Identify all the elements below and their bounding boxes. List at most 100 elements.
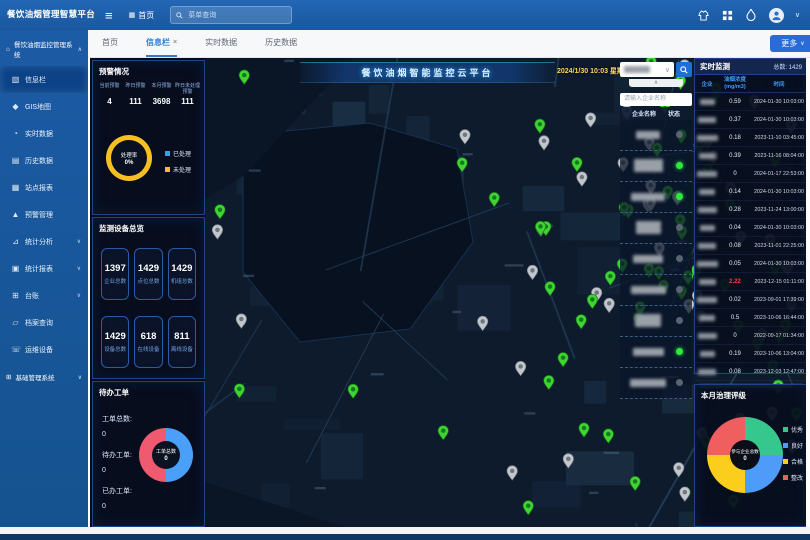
sidebar-group-base[interactable]: ⊞ 基础管理系统 ∨ (0, 363, 88, 389)
monitor-row[interactable]: 0.52023-10-06 16:44:00 (695, 309, 806, 327)
status-dot (676, 379, 683, 386)
app-title: 餐饮油烟管理智慧平台 (0, 10, 95, 19)
sidebar-item[interactable]: ⊿统计分析∨ (0, 228, 88, 255)
tab[interactable]: 历史数据 (265, 30, 297, 57)
redacted-enterprise-name (620, 314, 676, 327)
device-stat-box[interactable]: 811离线设备 (168, 316, 196, 368)
monitor-row[interactable]: 0.022023-09-01 17:39:00 (695, 291, 806, 309)
monitor-row[interactable]: 2.222023-12-15 01:11:00 (695, 273, 806, 291)
enterprise-row[interactable] (620, 337, 692, 368)
status-dot (676, 317, 683, 324)
monitor-row[interactable]: 0.372024-01-30 10:03:00 (695, 111, 806, 129)
tab[interactable]: 首页 (102, 30, 118, 57)
grid-icon: ▦ (129, 11, 136, 19)
legend-item: 合格 (783, 457, 803, 466)
redacted-enterprise-name (695, 261, 719, 267)
sidebar-item[interactable]: ▣统计报表∨ (0, 255, 88, 282)
breadcrumb[interactable]: ▦ 首页 (129, 10, 155, 21)
monitor-row[interactable]: 0.192023-10-06 13:04:00 (695, 345, 806, 363)
sidebar-item-label: 历史数据 (25, 156, 53, 166)
monitor-row[interactable]: 0.182023-11-10 03:45:00 (695, 129, 806, 147)
status-dot (676, 255, 683, 262)
col-concentration: 油烟浓度 (mg/m3) (719, 77, 751, 90)
sidebar-item[interactable]: ☏运维设备 (0, 336, 88, 363)
chevron-down-icon: ∨ (77, 265, 81, 272)
menu-search-input[interactable] (186, 11, 286, 20)
device-stat-box[interactable]: 1429 点位总数 (134, 248, 162, 300)
monitor-row[interactable]: 0.592024-01-30 10:03:00 (695, 93, 806, 111)
sidebar-group-main[interactable]: ⌂ 餐饮油烟监控管理系统 ∧ (0, 30, 88, 66)
enterprise-row[interactable] (620, 213, 692, 244)
sidebar-item[interactable]: ▤ 历史数据 (0, 147, 88, 174)
rating-panel: 本月治理评级 参与企业总数 0 优秀良好合格整改 (694, 384, 806, 527)
monitor-row[interactable]: 02022-09-17 01:34:00 (695, 327, 806, 345)
device-stat-box[interactable]: 1397企业总数 (101, 248, 129, 300)
doc-icon: ▣ (11, 264, 20, 273)
monitor-row[interactable]: 0.392023-11-16 08:04:00 (695, 147, 806, 165)
user-avatar[interactable] (769, 8, 784, 23)
legend-item: 整改 (783, 473, 803, 482)
sidebar-item[interactable]: ◆GIS地图 (0, 93, 88, 120)
enterprise-row[interactable] (620, 306, 692, 337)
enterprise-row[interactable] (620, 368, 692, 399)
device-stat-value: 1429 (138, 263, 159, 274)
concentration-value: 0.08 (719, 369, 751, 375)
concentration-value: 0.05 (719, 261, 751, 267)
device-overview-panel: 监测设备总览 1397企业总数1429点位总数1429机组总数1429设备总数6… (92, 217, 205, 379)
device-stat-label: 机组总数 (171, 277, 193, 285)
tab[interactable]: 信息栏× (146, 30, 177, 57)
enterprise-row[interactable] (620, 182, 692, 213)
theme-skin-icon[interactable] (697, 9, 710, 22)
apps-grid-icon[interactable] (721, 9, 734, 22)
record-time: 2023-12-15 01:11:00 (751, 279, 806, 285)
donut-center-value: 0 (164, 456, 167, 462)
sidebar-item[interactable]: ▱档案查询 (0, 309, 88, 336)
hamburger-menu-icon[interactable]: ≡ (105, 8, 113, 23)
sidebar-item[interactable]: ▲预警管理 (0, 201, 88, 228)
more-button[interactable]: 更多 ∨ (770, 35, 810, 52)
enterprise-row[interactable] (620, 275, 692, 306)
enterprise-name-input[interactable] (620, 93, 692, 106)
enterprise-row[interactable] (620, 120, 692, 151)
enterprise-search-button[interactable] (676, 62, 692, 77)
status-dot (676, 131, 683, 138)
enterprise-row[interactable] (620, 244, 692, 275)
monitor-row[interactable]: 0.142024-01-30 10:03:00 (695, 183, 806, 201)
street-select[interactable]: ∨ (620, 62, 674, 77)
close-tab-icon[interactable]: × (173, 39, 177, 46)
chevron-down-icon[interactable]: ∨ (795, 11, 800, 19)
page-margin (806, 57, 810, 527)
monitor-row[interactable]: 0.082023-12-03 12:47:00 (695, 363, 806, 381)
legend-label: 合格 (791, 457, 803, 466)
flame-icon[interactable] (745, 9, 758, 22)
device-stat-box[interactable]: 1429设备总数 (101, 316, 129, 368)
collapse-handle[interactable]: ∧ (629, 79, 683, 87)
redacted-enterprise-name (695, 369, 719, 375)
device-stat-box[interactable]: 1429机组总数 (168, 248, 196, 300)
legend-label: 良好 (791, 441, 803, 450)
monitor-row[interactable]: 02024-01-17 22:53:00 (695, 165, 806, 183)
history-icon: ▤ (11, 156, 20, 165)
top-header: 餐饮油烟管理智慧平台 ≡ ▦ 首页 ∨ (0, 0, 810, 30)
device-stat-box[interactable]: 618在线设备 (134, 316, 162, 368)
concentration-value: 0.28 (719, 207, 751, 213)
legend-label: 未处理 (173, 165, 191, 174)
chevron-down-icon: ∨ (800, 40, 804, 47)
record-time: 2024-01-30 10:03:00 (751, 99, 806, 105)
monitor-row[interactable]: 0.042024-01-30 10:03:00 (695, 219, 806, 237)
device-stat-label: 点位总数 (137, 277, 159, 285)
clock-icon: ◔ (11, 129, 20, 138)
monitor-row[interactable]: 0.282023-11-24 13:00:00 (695, 201, 806, 219)
sidebar-item[interactable]: ▦站点报表 (0, 174, 88, 201)
redacted-enterprise-name (620, 348, 676, 356)
sidebar-item[interactable]: ◔实时数据 (0, 120, 88, 147)
monitor-row[interactable]: 0.052024-01-30 10:03:00 (695, 255, 806, 273)
enterprise-table-header: 企业名称 状态 (620, 107, 692, 120)
sidebar-item[interactable]: ▧信息栏 (0, 66, 88, 93)
monitor-row[interactable]: 0.082023-11-01 22:25:00 (695, 237, 806, 255)
sidebar-item[interactable]: ⊞台账∨ (0, 282, 88, 309)
menu-search-box[interactable] (170, 6, 292, 24)
enterprise-row[interactable] (620, 151, 692, 182)
device-stat-label: 设备总数 (104, 345, 126, 353)
tab[interactable]: 实时数据 (205, 30, 237, 57)
